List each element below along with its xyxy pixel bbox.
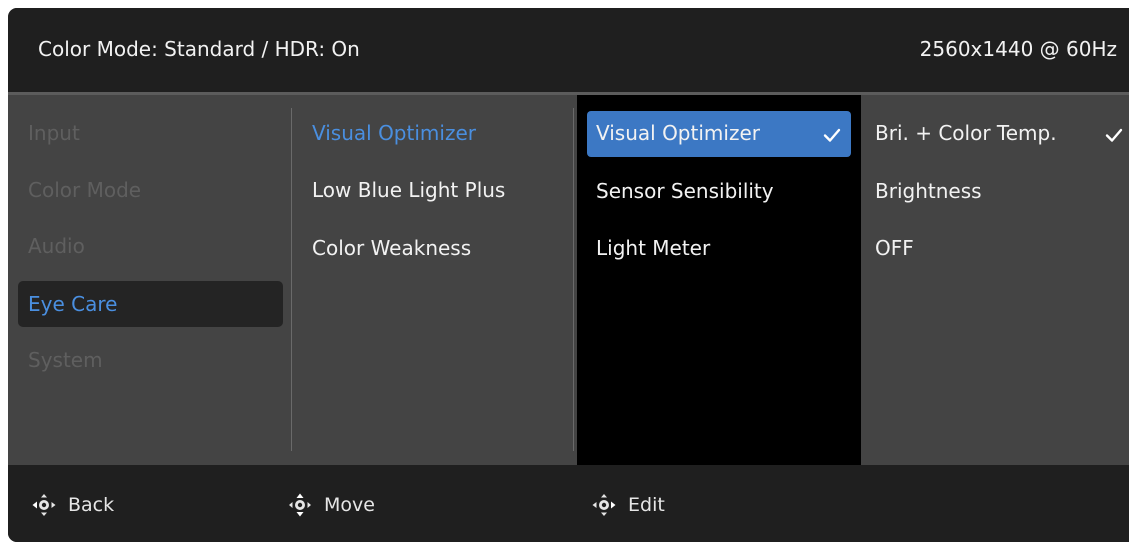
menu-item-system[interactable]: System	[28, 348, 103, 372]
status-title: Color Mode: Standard / HDR: On	[38, 37, 360, 61]
menu-item-eye-care[interactable]: Eye Care	[28, 292, 117, 316]
menu-item-audio[interactable]: Audio	[28, 234, 85, 258]
edit-label: Edit	[628, 494, 665, 516]
options-menu: Visual Optimizer Sensor Sensibility Ligh…	[577, 95, 861, 465]
checkmark-icon	[823, 128, 841, 142]
submenu-item-low-blue-light-plus[interactable]: Low Blue Light Plus	[312, 178, 505, 202]
move-label: Move	[324, 494, 375, 516]
submenu-item-visual-optimizer[interactable]: Visual Optimizer	[312, 121, 476, 145]
joystick-updown-icon	[289, 493, 311, 517]
joystick-right-icon	[592, 494, 616, 516]
resolution-readout: 2560x1440 @ 60Hz	[919, 37, 1117, 61]
joystick-left-icon	[32, 494, 56, 516]
osd-menu: Color Mode: Standard / HDR: On 2560x1440…	[8, 8, 1129, 542]
value-off[interactable]: OFF	[875, 236, 914, 260]
value-bri-color-temp[interactable]: Bri. + Color Temp.	[875, 121, 1057, 145]
back-label: Back	[68, 494, 115, 516]
column-divider	[291, 108, 292, 451]
column-divider	[573, 108, 574, 451]
osd-footer: Back Move Edit	[8, 465, 1129, 542]
submenu-item-color-weakness[interactable]: Color Weakness	[312, 236, 471, 260]
value-brightness[interactable]: Brightness	[875, 179, 982, 203]
menu-item-input[interactable]: Input	[28, 121, 80, 145]
option-light-meter[interactable]: Light Meter	[596, 236, 710, 260]
osd-header: Color Mode: Standard / HDR: On 2560x1440…	[8, 8, 1129, 95]
option-visual-optimizer[interactable]: Visual Optimizer	[596, 121, 760, 145]
checkmark-icon	[1105, 128, 1123, 142]
option-sensor-sensibility[interactable]: Sensor Sensibility	[596, 179, 774, 203]
menu-item-color-mode[interactable]: Color Mode	[28, 178, 141, 202]
